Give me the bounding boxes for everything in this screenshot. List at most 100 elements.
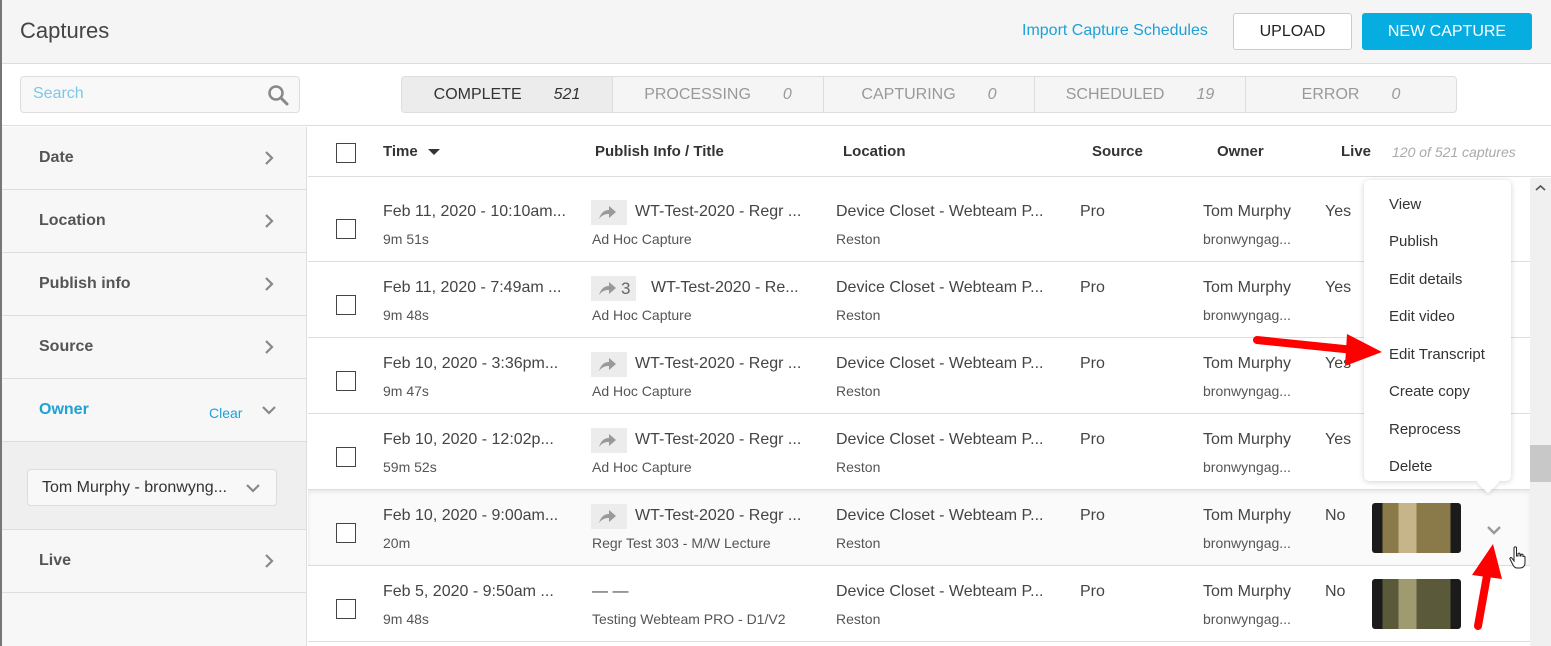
filter-publish-info[interactable]: Publish info: [2, 253, 306, 316]
column-owner[interactable]: Owner: [1217, 143, 1264, 160]
select-all-checkbox[interactable]: [336, 143, 356, 163]
search-icon[interactable]: [267, 84, 289, 106]
clear-owner-filter-link[interactable]: Clear: [209, 405, 242, 421]
capture-subtitle: Ad Hoc Capture: [592, 459, 692, 475]
share-arrow-icon: [599, 205, 616, 219]
capture-title[interactable]: WT-Test-2020 - Regr ...: [635, 507, 801, 525]
row-checkbox[interactable]: [336, 371, 356, 391]
column-publish-info[interactable]: Publish Info / Title: [595, 143, 724, 160]
capture-location: Device Closet - Webteam P...: [836, 279, 1044, 296]
scroll-up-icon[interactable]: [1535, 184, 1546, 192]
table-row[interactable]: Feb 11, 2020 - 7:49am ... 9m 48s 3 WT-Te…: [308, 262, 1530, 338]
tab-count: 0: [1391, 85, 1401, 103]
capture-title[interactable]: WT-Test-2020 - Regr ...: [635, 355, 801, 373]
table-row[interactable]: Feb 10, 2020 - 3:36pm... 9m 47s WT-Test-…: [308, 338, 1530, 414]
tab-scheduled[interactable]: SCHEDULED 19: [1035, 77, 1246, 112]
chevron-down-icon[interactable]: [260, 404, 278, 416]
filter-label: Publish info: [39, 275, 131, 292]
video-thumbnail[interactable]: [1372, 503, 1461, 553]
table-header: Time Publish Info / Title Location Sourc…: [308, 127, 1551, 177]
capture-owner: Tom Murphy: [1203, 431, 1292, 448]
row-checkbox[interactable]: [336, 599, 356, 619]
capture-duration: 59m 52s: [383, 459, 437, 475]
table-row[interactable]: Feb 10, 2020 - 9:00am... 20m WT-Test-202…: [308, 490, 1530, 566]
column-live[interactable]: Live: [1341, 143, 1371, 160]
filter-label: Date: [39, 149, 74, 166]
capture-location-sub: Reston: [836, 307, 881, 323]
column-time[interactable]: Time: [383, 143, 440, 160]
capture-duration: 9m 47s: [383, 383, 429, 399]
tab-capturing[interactable]: CAPTURING 0: [824, 77, 1035, 112]
row-checkbox[interactable]: [336, 523, 356, 543]
capture-title[interactable]: — —: [592, 583, 628, 601]
filter-bar: COMPLETE 521 PROCESSING 0 CAPTURING 0 SCHED…: [2, 65, 1551, 126]
tab-count: 521: [553, 85, 581, 103]
filter-owner[interactable]: Owner Clear: [2, 379, 306, 442]
menu-item-reprocess[interactable]: Reprocess: [1389, 421, 1461, 438]
capture-location: Device Closet - Webteam P...: [836, 203, 1044, 220]
new-capture-button[interactable]: NEW CAPTURE: [1362, 13, 1532, 50]
menu-item-create-copy[interactable]: Create copy: [1389, 383, 1470, 400]
capture-location: Device Closet - Webteam P...: [836, 431, 1044, 448]
menu-item-view[interactable]: View: [1389, 196, 1421, 213]
scrollbar[interactable]: [1530, 178, 1551, 646]
capture-live: Yes: [1325, 203, 1352, 220]
filter-live[interactable]: Live: [2, 530, 306, 593]
row-menu-chevron-icon[interactable]: [1485, 524, 1503, 536]
capture-count: 120 of 521 captures: [1392, 144, 1516, 160]
capture-title[interactable]: WT-Test-2020 - Re...: [651, 279, 799, 297]
search-box: [20, 76, 300, 113]
column-source[interactable]: Source: [1092, 143, 1143, 160]
tab-count: 0: [782, 85, 792, 103]
owner-filter-panel: Tom Murphy - bronwyng...: [2, 442, 306, 530]
capture-owner: Tom Murphy: [1203, 203, 1292, 220]
video-thumbnail[interactable]: [1372, 579, 1461, 629]
filter-source[interactable]: Source: [2, 316, 306, 379]
chevron-right-icon: [265, 340, 274, 354]
owner-select[interactable]: Tom Murphy - bronwyng...: [27, 469, 277, 506]
status-tabs: COMPLETE 521 PROCESSING 0 CAPTURING 0 SCHED…: [401, 76, 1457, 113]
row-checkbox[interactable]: [336, 295, 356, 315]
tab-count: 0: [987, 85, 997, 103]
search-input[interactable]: [33, 85, 253, 103]
filter-label: Location: [39, 212, 106, 229]
scrollbar-thumb[interactable]: [1530, 445, 1551, 482]
row-checkbox[interactable]: [336, 219, 356, 239]
tab-complete[interactable]: COMPLETE 521: [402, 77, 613, 112]
capture-owner-sub: bronwyngag...: [1203, 611, 1291, 627]
capture-list: Feb 11, 2020 - 10:10am... 9m 51s WT-Test…: [308, 186, 1530, 642]
filter-date[interactable]: Date: [2, 127, 306, 190]
tab-processing[interactable]: PROCESSING 0: [613, 77, 824, 112]
table-row[interactable]: Feb 10, 2020 - 12:02p... 59m 52s WT-Test…: [308, 414, 1530, 490]
menu-item-edit-video[interactable]: Edit video: [1389, 308, 1455, 325]
tab-error[interactable]: ERROR 0: [1246, 77, 1456, 112]
menu-item-publish[interactable]: Publish: [1389, 233, 1438, 250]
capture-location-sub: Reston: [836, 611, 881, 627]
menu-item-edit-transcript[interactable]: Edit Transcript: [1389, 346, 1485, 363]
menu-item-delete[interactable]: Delete: [1389, 458, 1432, 475]
row-actions-menu: View Publish Edit details Edit video Edi…: [1364, 180, 1511, 481]
capture-live: Yes: [1325, 279, 1352, 296]
menu-item-edit-details[interactable]: Edit details: [1389, 271, 1462, 288]
publish-badge[interactable]: [591, 200, 627, 225]
capture-title[interactable]: WT-Test-2020 - Regr ...: [635, 431, 801, 449]
publish-badge[interactable]: [591, 352, 627, 377]
filter-location[interactable]: Location: [2, 190, 306, 253]
upload-button[interactable]: UPLOAD: [1233, 13, 1352, 50]
capture-duration: 9m 51s: [383, 231, 429, 247]
publish-badge[interactable]: [591, 428, 627, 453]
table-row[interactable]: Feb 11, 2020 - 10:10am... 9m 51s WT-Test…: [308, 186, 1530, 262]
column-location[interactable]: Location: [843, 143, 906, 160]
capture-source: Pro: [1080, 431, 1105, 448]
table-row[interactable]: Feb 5, 2020 - 9:50am ... 9m 48s — — Test…: [308, 566, 1530, 642]
publish-badge[interactable]: 3: [591, 276, 637, 301]
capture-title[interactable]: WT-Test-2020 - Regr ...: [635, 203, 801, 221]
capture-subtitle: Regr Test 303 - M/W Lecture: [592, 535, 771, 551]
publish-badge[interactable]: [591, 504, 627, 529]
chevron-right-icon: [265, 277, 274, 291]
import-capture-schedules-link[interactable]: Import Capture Schedules: [1022, 22, 1208, 40]
capture-subtitle: Ad Hoc Capture: [592, 307, 692, 323]
share-arrow-icon: [599, 509, 616, 523]
capture-duration: 20m: [383, 535, 411, 551]
row-checkbox[interactable]: [336, 447, 356, 467]
